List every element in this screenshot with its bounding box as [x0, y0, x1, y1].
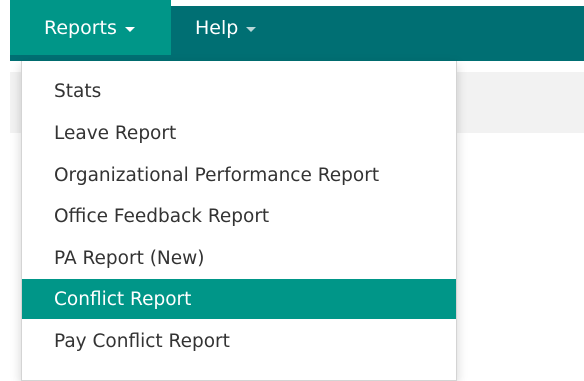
menu-item-pa-report-new[interactable]: PA Report (New)	[22, 238, 456, 278]
nav-help-menu[interactable]: Help	[171, 0, 257, 55]
nav-reports-label: Reports	[44, 16, 117, 39]
menu-item-office-feedback-report[interactable]: Office Feedback Report	[22, 196, 456, 236]
caret-down-icon	[246, 26, 257, 32]
caret-down-icon	[124, 26, 135, 32]
menu-item-stats[interactable]: Stats	[22, 71, 456, 111]
menu-item-pay-conflict-report[interactable]: Pay Conflict Report	[22, 321, 456, 361]
menu-item-conflict-report[interactable]: Conflict Report	[22, 279, 456, 319]
menu-item-leave-report[interactable]: Leave Report	[22, 113, 456, 153]
reports-dropdown-menu: Stats Leave Report Organizational Perfor…	[21, 61, 457, 381]
menu-item-organizational-performance-report[interactable]: Organizational Performance Report	[22, 155, 456, 195]
nav-reports-menu[interactable]: Reports	[10, 0, 171, 55]
nav-help-label: Help	[195, 16, 239, 39]
